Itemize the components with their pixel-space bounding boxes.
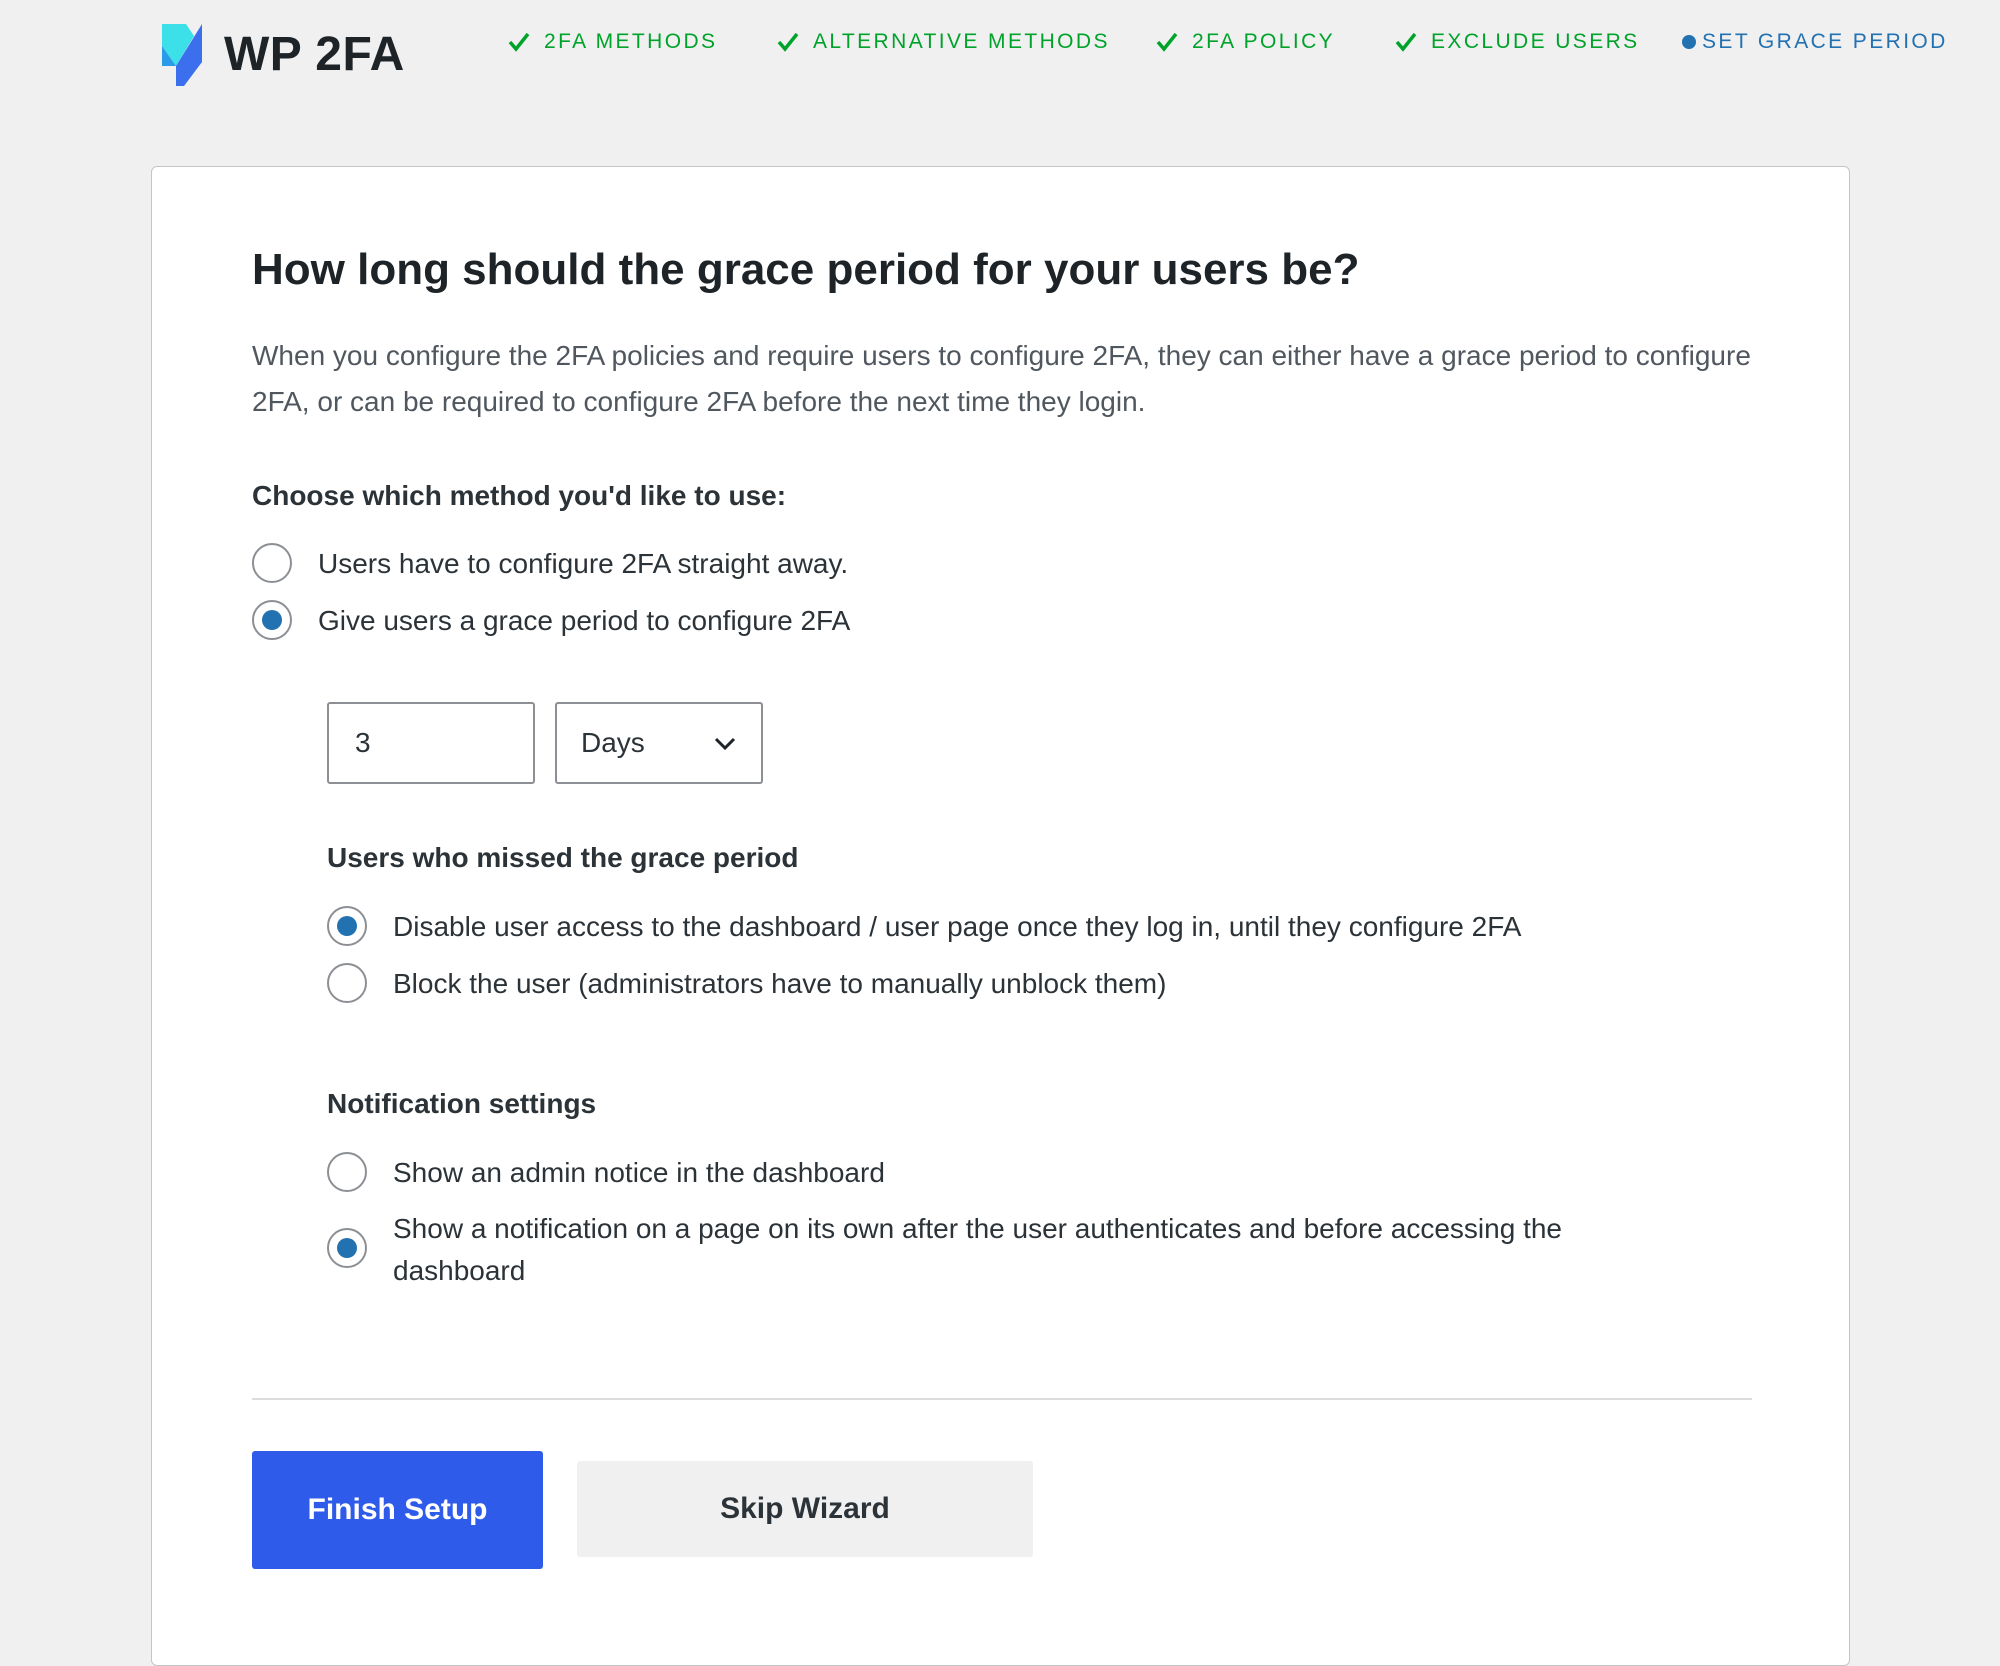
- option-block-user[interactable]: Block the user (administrators have to m…: [327, 963, 1166, 1005]
- step-label: SET GRACE PERIOD: [1702, 30, 1948, 53]
- page-description: When you configure the 2FA policies and …: [252, 340, 1751, 417]
- option-label: Give users a grace period to configure 2…: [318, 605, 851, 636]
- chevron-down-icon: [714, 737, 736, 751]
- finish-setup-button[interactable]: Finish Setup: [252, 1451, 543, 1569]
- page-title: How long should the grace period for you…: [252, 245, 1360, 294]
- check-icon: [508, 32, 530, 52]
- option-admin-notice[interactable]: Show an admin notice in the dashboard: [327, 1152, 885, 1194]
- radio-button[interactable]: [327, 1228, 367, 1268]
- step-exclude-users[interactable]: EXCLUDE USERS: [1395, 30, 1640, 54]
- option-label: Show a notification on a page on its own…: [393, 1213, 1562, 1286]
- grace-period-unit-select[interactable]: Days: [555, 702, 763, 784]
- check-icon: [777, 32, 799, 52]
- wizard-card: How long should the grace period for you…: [151, 166, 1850, 1666]
- step-label: EXCLUDE USERS: [1431, 30, 1640, 53]
- current-step-dot-icon: [1682, 35, 1696, 49]
- step-label: 2FA POLICY: [1192, 30, 1336, 53]
- option-disable-dashboard-access[interactable]: Disable user access to the dashboard / u…: [327, 906, 1521, 948]
- option-label: Users have to configure 2FA straight awa…: [318, 548, 849, 579]
- skip-wizard-button[interactable]: Skip Wizard: [577, 1461, 1033, 1557]
- radio-button[interactable]: [252, 600, 292, 640]
- select-value: Days: [581, 727, 645, 758]
- method-label: Choose which method you'd like to use:: [252, 480, 787, 511]
- radio-button[interactable]: [252, 543, 292, 583]
- option-label: Disable user access to the dashboard / u…: [393, 911, 1522, 942]
- radio-button[interactable]: [327, 906, 367, 946]
- notification-settings-label: Notification settings: [327, 1088, 597, 1119]
- option-notification-page[interactable]: Show a notification on a page on its own…: [327, 1208, 1667, 1292]
- option-label: Show an admin notice in the dashboard: [393, 1157, 885, 1188]
- option-label: Block the user (administrators have to m…: [393, 968, 1167, 999]
- step-2fa-methods[interactable]: 2FA METHODS: [508, 30, 717, 54]
- step-label: ALTERNATIVE METHODS: [813, 30, 1110, 53]
- grace-period-value-input[interactable]: [327, 702, 535, 784]
- check-icon: [1395, 32, 1417, 52]
- option-grace-period[interactable]: Give users a grace period to configure 2…: [252, 600, 850, 642]
- wizard-steps: 2FA METHODS ALTERNATIVE METHODS 2FA POLI…: [0, 30, 2000, 66]
- radio-button[interactable]: [327, 963, 367, 1003]
- check-icon: [1156, 32, 1178, 52]
- step-alternative-methods[interactable]: ALTERNATIVE METHODS: [777, 30, 1110, 54]
- step-2fa-policy[interactable]: 2FA POLICY: [1156, 30, 1335, 54]
- step-set-grace-period[interactable]: SET GRACE PERIOD: [1682, 30, 1948, 54]
- radio-button[interactable]: [327, 1152, 367, 1192]
- missed-grace-period-label: Users who missed the grace period: [327, 842, 799, 873]
- divider: [252, 1398, 1752, 1400]
- step-label: 2FA METHODS: [544, 30, 718, 53]
- option-configure-straight-away[interactable]: Users have to configure 2FA straight awa…: [252, 543, 848, 585]
